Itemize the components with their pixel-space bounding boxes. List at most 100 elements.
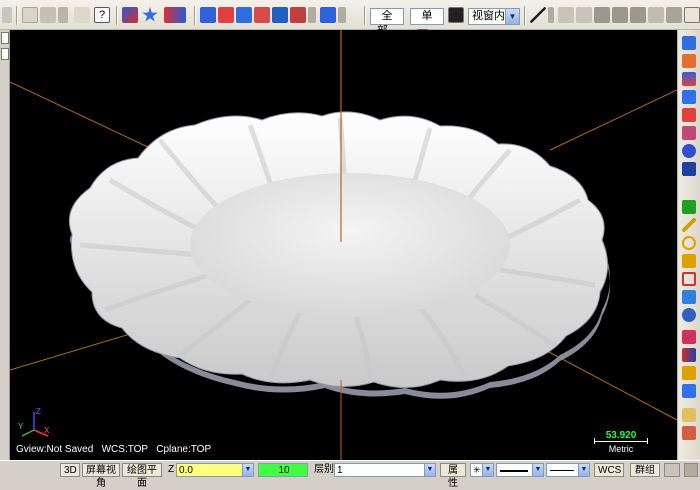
layer-value: 1	[337, 465, 343, 476]
attributes-button[interactable]: 属性	[440, 463, 466, 489]
3d-button[interactable]: 3D	[60, 463, 80, 477]
toolbar-separator	[16, 6, 18, 25]
offset-icon[interactable]	[682, 366, 696, 380]
rect-icon[interactable]	[682, 272, 696, 286]
chevron-down-icon[interactable]: ▼	[505, 9, 519, 24]
axis-line	[529, 341, 677, 421]
hex-alt-icon[interactable]	[612, 7, 628, 23]
add-icon[interactable]	[682, 200, 696, 214]
snap-icon[interactable]	[122, 7, 138, 23]
layer-icon[interactable]	[682, 90, 696, 104]
blank-icon[interactable]	[74, 7, 90, 23]
hex-icon[interactable]	[594, 7, 610, 23]
scale-indicator: 53.920 Metric	[594, 430, 648, 456]
chevron-down-icon[interactable]: ▼	[242, 464, 253, 476]
group-button[interactable]: 群组	[630, 463, 660, 477]
select-all-button[interactable]: 全部...	[370, 8, 404, 37]
view-select[interactable]: 视窗内 ▼	[468, 8, 520, 25]
solid-icon[interactable]	[682, 290, 696, 304]
render-icon[interactable]	[254, 7, 270, 23]
cplane-status: Cplane:TOP	[156, 444, 212, 455]
color-icon[interactable]	[682, 108, 696, 122]
note-icon[interactable]	[682, 426, 696, 440]
shade-icon[interactable]	[218, 7, 234, 23]
globe-icon[interactable]	[682, 144, 696, 158]
collapse-icon[interactable]	[1, 32, 9, 44]
view-icon[interactable]	[272, 7, 288, 23]
z-label: Z	[168, 464, 175, 475]
undo-icon[interactable]	[22, 7, 38, 23]
scale-unit: Metric	[608, 444, 634, 454]
mirror-icon[interactable]	[682, 54, 696, 68]
level-field[interactable]: 10	[258, 463, 308, 477]
star-icon[interactable]	[142, 7, 158, 22]
model-scene	[10, 30, 677, 460]
transform-icon[interactable]	[682, 384, 696, 398]
axis-label-x: X	[44, 426, 50, 435]
wcs-button[interactable]: WCS	[594, 463, 624, 477]
wireframe-icon[interactable]	[236, 7, 252, 23]
left-strip	[0, 30, 10, 460]
dimension-icon[interactable]	[682, 408, 696, 422]
analyze-icon[interactable]	[682, 126, 696, 140]
z-depth-field[interactable]: 0.0 ▼	[176, 463, 254, 477]
misc-icon[interactable]	[664, 463, 680, 477]
expand-icon[interactable]	[1, 48, 9, 60]
plane-button[interactable]: 绘图平面	[122, 463, 162, 489]
chevron-down-icon[interactable]: ▼	[532, 464, 543, 476]
view-select-value: 视窗内	[472, 10, 505, 22]
rotate-icon[interactable]	[682, 72, 696, 86]
chevron-down-icon[interactable]: ▼	[578, 464, 589, 476]
point-style-select[interactable]: ✳ ▼	[470, 463, 494, 477]
toolbar-separator	[364, 6, 366, 25]
sphere-icon[interactable]	[682, 308, 696, 322]
chevron-down-icon[interactable]: ▼	[482, 464, 493, 476]
select-single-button[interactable]: 单一...	[410, 8, 444, 37]
point-style-icon: ✳	[473, 465, 481, 475]
resize-grip-icon[interactable]	[684, 463, 698, 477]
axis-line	[549, 89, 677, 151]
line-tool-icon[interactable]	[530, 7, 546, 23]
fillet-icon[interactable]	[682, 254, 696, 268]
save-icon[interactable]	[682, 162, 696, 176]
move-icon[interactable]	[682, 36, 696, 50]
cursor-alt-icon[interactable]	[576, 7, 592, 23]
z-depth-value: 0.0	[179, 465, 193, 476]
graphics-viewport[interactable]: Z Y X Gview:Not Saved WCS:TOP Cplane:TOP…	[10, 30, 677, 460]
toolbar-separator	[194, 6, 196, 25]
plate-floor	[190, 173, 510, 317]
layers-icon[interactable]	[666, 7, 682, 23]
dropdown-icon[interactable]	[58, 7, 68, 23]
break-icon[interactable]	[682, 348, 696, 362]
line-icon[interactable]	[682, 218, 696, 232]
chevron-down-icon[interactable]	[338, 7, 346, 23]
layer-label: 层别	[314, 464, 334, 475]
grid-icon[interactable]	[200, 7, 216, 23]
cube-icon[interactable]	[630, 7, 646, 23]
chevron-down-icon[interactable]	[308, 7, 316, 23]
axis-label-y: Y	[18, 422, 24, 431]
line-style-select[interactable]: ▼	[496, 463, 544, 477]
gview-status: Gview:Not Saved	[16, 444, 94, 455]
mask-icon[interactable]	[448, 7, 464, 23]
arc-icon[interactable]	[682, 236, 696, 250]
line-width-select[interactable]: ▼	[546, 463, 590, 477]
help-icon[interactable]: ?	[94, 7, 110, 23]
axis-tripod: Z Y X	[18, 407, 50, 437]
refresh-icon[interactable]	[648, 7, 664, 23]
select-icon[interactable]	[164, 7, 186, 23]
trim-icon[interactable]	[682, 330, 696, 344]
settings-icon[interactable]	[684, 7, 700, 23]
screen-view-button[interactable]: 屏幕视角	[82, 463, 120, 489]
right-toolbar	[677, 30, 700, 460]
front-view-icon[interactable]	[290, 7, 306, 23]
cursor-icon[interactable]	[558, 7, 574, 23]
layer-select[interactable]: 1 ▼	[334, 463, 436, 477]
iso-view-icon[interactable]	[320, 7, 336, 23]
toolbar-grip-icon	[2, 7, 12, 23]
scale-value: 53.920	[605, 430, 637, 441]
redo-icon[interactable]	[40, 7, 56, 23]
chevron-down-icon[interactable]: ▼	[424, 464, 435, 476]
chevron-down-icon[interactable]	[548, 7, 554, 23]
axis-line	[10, 81, 151, 149]
